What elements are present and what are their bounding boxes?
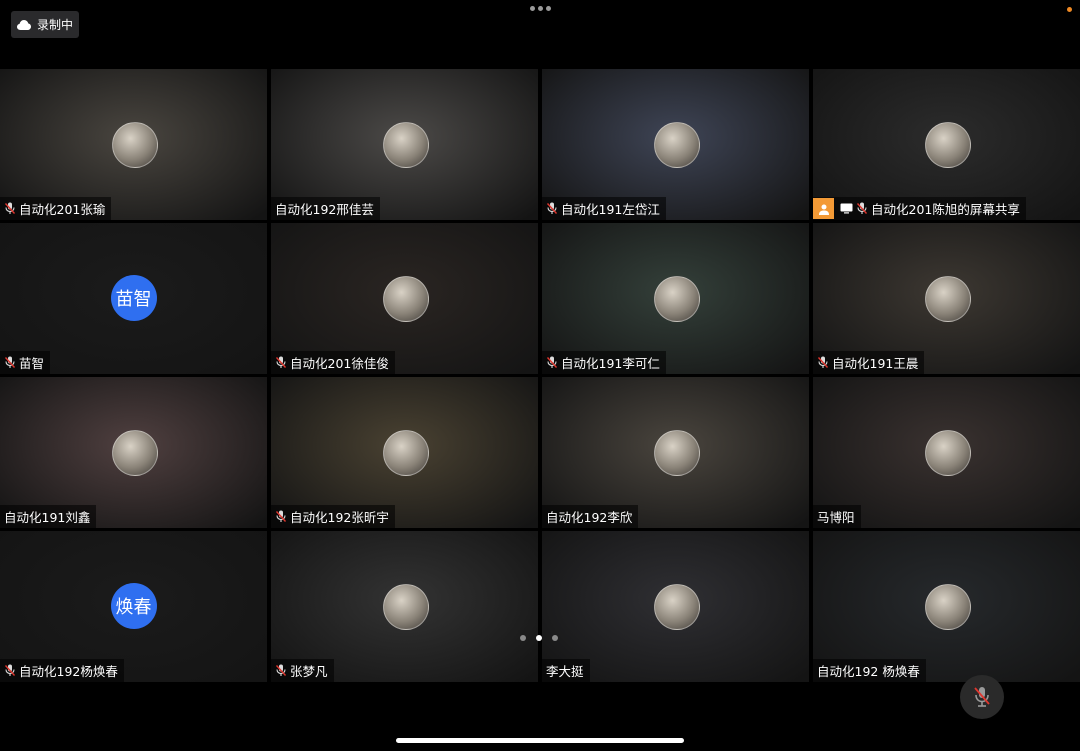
more-options-button[interactable] [530,6,551,11]
avatar-photo [111,122,158,168]
person-icon [813,198,834,219]
participant-name: 自动化191王晨 [832,356,919,371]
mic-muted-icon [546,202,558,214]
participant-label: 自动化192李欣 [542,505,639,528]
avatar-photo [111,430,158,476]
participant-label: 自动化191李可仁 [542,351,666,374]
avatar-photo [382,122,429,168]
participant-tile[interactable]: 马博阳 [813,377,1080,528]
page-dot[interactable] [552,635,558,641]
participant-name: 自动化201张瑜 [19,202,106,217]
participant-label: 苗智 [0,351,51,374]
more-dot [546,6,551,11]
avatar-photo [653,584,700,630]
participant-tile[interactable]: 张梦凡 [271,531,538,682]
mic-muted-icon [856,202,868,214]
participant-name: 自动化191左岱江 [561,202,660,217]
participant-label: 自动化192 杨焕春 [813,659,926,682]
avatar-photo [653,430,700,476]
participant-tile[interactable]: 自动化191刘鑫 [0,377,267,528]
participant-label: 自动化192杨焕春 [0,659,124,682]
participant-tile[interactable]: 李大挺 [542,531,809,682]
participant-name: 自动化192 杨焕春 [817,664,920,679]
participant-tile[interactable]: 自动化191李可仁 [542,223,809,374]
mute-toggle-button[interactable] [960,675,1004,719]
mic-muted-icon [817,356,829,368]
participant-label: 自动化191刘鑫 [0,505,97,528]
avatar-photo [382,430,429,476]
status-indicator-dot [1067,7,1072,12]
participant-grid: 自动化201张瑜 自动化192邢佳芸 自动化191左岱江 自动化201陈旭的屏幕共享苗… [0,69,1080,682]
avatar-photo [382,276,429,322]
participant-label: 自动化201徐佳俊 [271,351,395,374]
participant-name: 自动化201陈旭的屏幕共享 [871,202,1020,217]
participant-tile[interactable]: 自动化191左岱江 [542,69,809,220]
mic-muted-icon [4,664,16,676]
mic-muted-icon [275,510,287,522]
mic-muted-icon [275,356,287,368]
mic-muted-icon [546,356,558,368]
avatar-photo [924,430,971,476]
mic-muted-icon [275,664,287,676]
participant-tile[interactable]: 自动化201陈旭的屏幕共享 [813,69,1080,220]
participant-tile[interactable]: 自动化201张瑜 [0,69,267,220]
participant-label: 自动化192张昕宇 [271,505,395,528]
participant-name: 自动化192李欣 [546,510,633,525]
participant-name: 李大挺 [546,664,584,679]
participant-tile[interactable]: 自动化192 杨焕春 [813,531,1080,682]
page-dot[interactable] [520,635,526,641]
home-indicator [396,738,684,743]
mic-muted-icon [4,202,16,214]
participant-label: 李大挺 [542,659,590,682]
participant-label: 自动化191左岱江 [542,197,666,220]
participant-name: 自动化192张昕宇 [290,510,389,525]
avatar-photo [653,276,700,322]
participant-name: 自动化191李可仁 [561,356,660,371]
recording-label: 录制中 [36,18,73,32]
more-dot [538,6,543,11]
participant-tile[interactable]: 自动化192张昕宇 [271,377,538,528]
avatar-photo [653,122,700,168]
avatar-photo [924,276,971,322]
participant-name: 苗智 [19,356,45,371]
avatar-photo [382,584,429,630]
screen-share-icon [840,203,853,214]
avatar-initials: 焕春 [110,583,157,629]
more-dot [530,6,535,11]
participant-name: 自动化192杨焕春 [19,664,118,679]
avatar-photo [924,584,971,630]
participant-label: 自动化201陈旭的屏幕共享 [813,197,1026,220]
participant-name: 自动化191刘鑫 [4,510,91,525]
cloud-icon [16,19,31,30]
participant-tile[interactable]: 焕春自动化192杨焕春 [0,531,267,682]
participant-name: 马博阳 [817,510,855,525]
participant-name: 张梦凡 [290,664,328,679]
mic-muted-icon [974,687,990,707]
recording-badge[interactable]: 录制中 [11,11,79,38]
avatar-photo [924,122,971,168]
page-indicator[interactable] [520,635,558,641]
participant-label: 自动化201张瑜 [0,197,112,220]
participant-label: 自动化192邢佳芸 [271,197,380,220]
page-dot[interactable] [536,635,542,641]
avatar-initials: 苗智 [110,275,157,321]
participant-tile[interactable]: 自动化192李欣 [542,377,809,528]
participant-tile[interactable]: 自动化191王晨 [813,223,1080,374]
participant-label: 张梦凡 [271,659,334,682]
participant-name: 自动化192邢佳芸 [275,202,374,217]
participant-label: 马博阳 [813,505,861,528]
participant-tile[interactable]: 苗智 苗智 [0,223,267,374]
mic-muted-icon [4,356,16,368]
participant-tile[interactable]: 自动化201徐佳俊 [271,223,538,374]
participant-tile[interactable]: 自动化192邢佳芸 [271,69,538,220]
participant-label: 自动化191王晨 [813,351,925,374]
participant-name: 自动化201徐佳俊 [290,356,389,371]
